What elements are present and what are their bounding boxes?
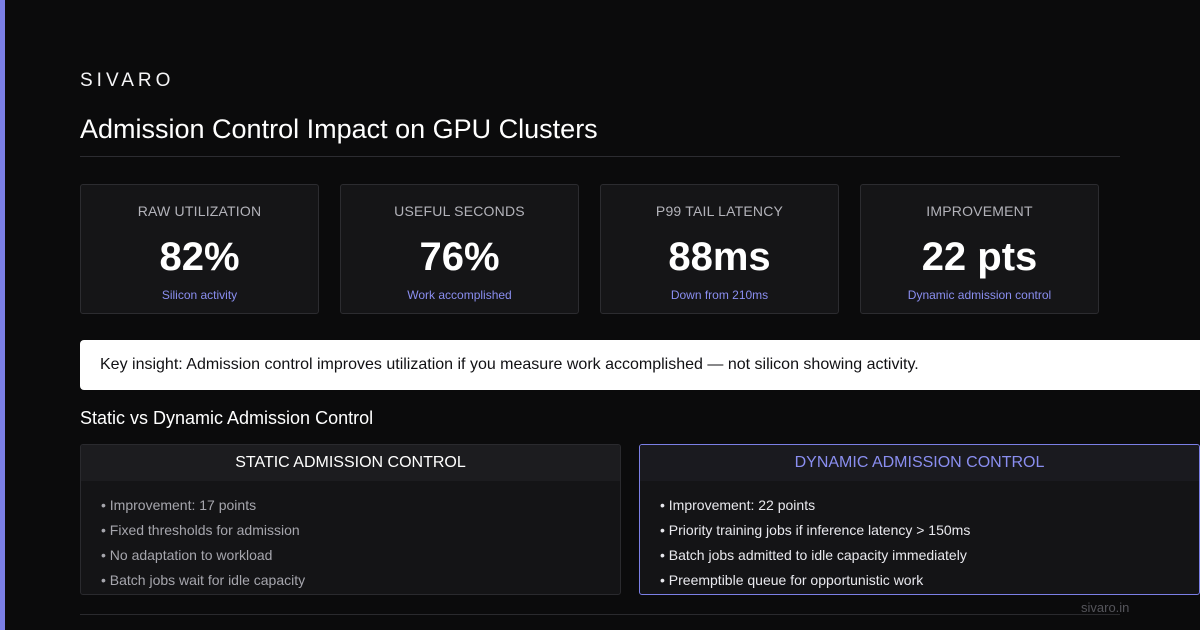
comparison-section-title: Static vs Dynamic Admission Control	[80, 408, 374, 428]
metric-value: 88ms	[668, 235, 771, 279]
static-panel-title: STATIC ADMISSION CONTROL	[81, 445, 620, 481]
metric-label: RAW UTILIZATION	[137, 203, 262, 219]
metric-card-improvement: IMPROVEMENT 22 pts Dynamic admission con…	[860, 184, 1099, 314]
dynamic-panel-title: DYNAMIC ADMISSION CONTROL	[640, 445, 1199, 481]
list-item: • Fixed thresholds for admission	[101, 522, 300, 538]
metric-caption: Work accomplished	[407, 288, 512, 302]
list-item: • Batch jobs wait for idle capacity	[101, 572, 306, 588]
static-admission-panel: STATIC ADMISSION CONTROL • Improvement: …	[80, 444, 621, 595]
metric-value: 76%	[419, 235, 500, 279]
dynamic-admission-panel: DYNAMIC ADMISSION CONTROL • Improvement:…	[639, 444, 1200, 595]
metric-card-p99-latency: P99 TAIL LATENCY 88ms Down from 210ms	[600, 184, 839, 314]
metric-caption: Dynamic admission control	[907, 288, 1052, 302]
metric-card-raw-utilization: RAW UTILIZATION 82% Silicon activity	[80, 184, 319, 314]
static-feature-list: • Improvement: 17 points • Fixed thresho…	[81, 481, 620, 594]
dynamic-feature-list: • Improvement: 22 points • Priority trai…	[640, 481, 1199, 594]
list-item: • Priority training jobs if inference la…	[660, 522, 971, 538]
page-title: Admission Control Impact on GPU Clusters	[80, 114, 598, 144]
footer-divider	[80, 614, 1120, 615]
metric-label: IMPROVEMENT	[926, 203, 1033, 219]
metric-label: P99 TAIL LATENCY	[655, 203, 784, 219]
list-item: • Batch jobs admitted to idle capacity i…	[660, 547, 967, 563]
list-item: • No adaptation to workload	[101, 547, 273, 563]
accent-bar	[0, 0, 5, 630]
title-divider	[80, 156, 1120, 157]
key-insight-banner: Key insight: Admission control improves …	[80, 340, 1200, 390]
list-item: • Improvement: 22 points	[660, 497, 816, 513]
metric-label: USEFUL SECONDS	[394, 203, 525, 219]
metric-card-useful-seconds: USEFUL SECONDS 76% Work accomplished	[340, 184, 579, 314]
metric-caption: Down from 210ms	[670, 288, 769, 302]
list-item: • Improvement: 17 points	[101, 497, 257, 513]
list-item: • Preemptible queue for opportunistic wo…	[660, 572, 924, 588]
metric-value: 22 pts	[921, 235, 1038, 279]
brand-logo: SIVARO	[80, 70, 175, 91]
metric-value: 82%	[159, 235, 240, 279]
footer-url: sivaro.in	[1081, 600, 1130, 615]
metric-caption: Silicon activity	[161, 288, 238, 302]
